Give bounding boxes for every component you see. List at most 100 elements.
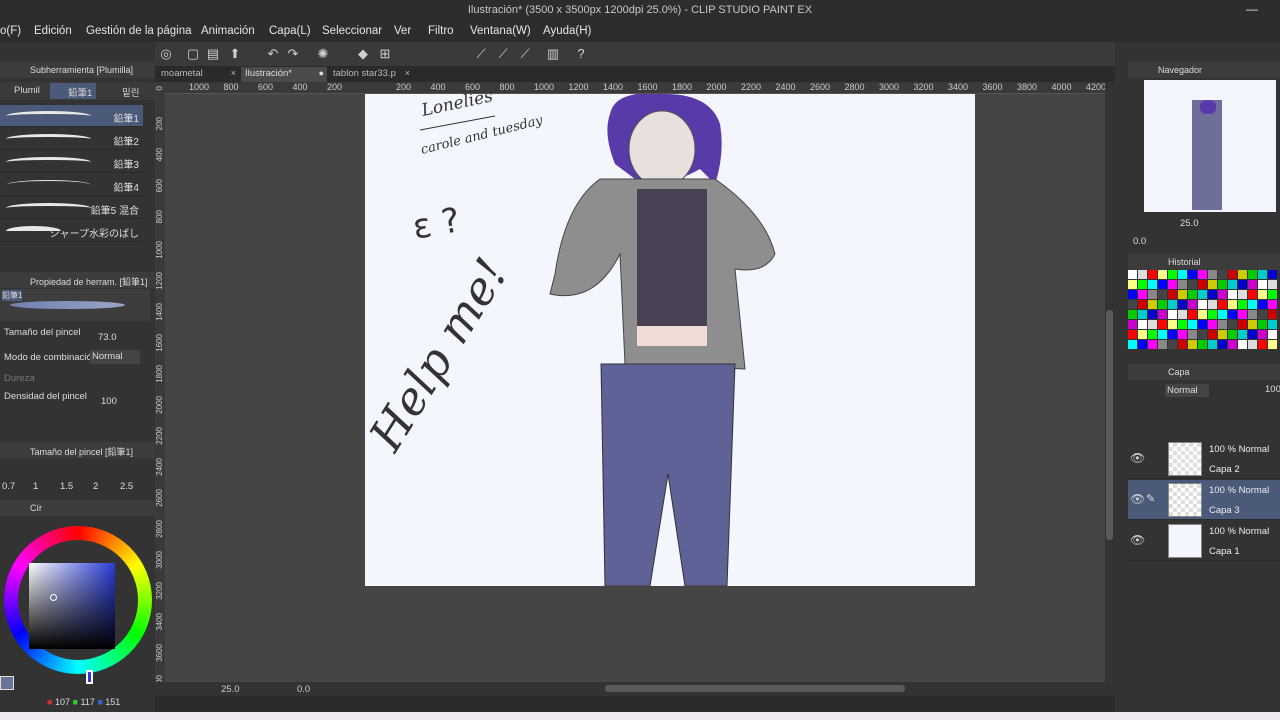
palette-swatch[interactable] bbox=[1148, 320, 1157, 329]
palette-swatch[interactable] bbox=[1218, 280, 1227, 289]
palette-swatch[interactable] bbox=[1128, 290, 1137, 299]
palette-swatch[interactable] bbox=[1158, 310, 1167, 319]
palette-swatch[interactable] bbox=[1258, 270, 1267, 279]
palette-swatch[interactable] bbox=[1198, 280, 1207, 289]
layer-row[interactable]: 👁 100 % Normal Capa 2 bbox=[1128, 439, 1280, 479]
layer-opacity-value[interactable]: 100 bbox=[1265, 384, 1280, 395]
palette-swatch[interactable] bbox=[1158, 270, 1167, 279]
size-option[interactable]: 0.7 bbox=[2, 481, 15, 492]
palette-swatch[interactable] bbox=[1188, 280, 1197, 289]
palette-swatch[interactable] bbox=[1248, 310, 1257, 319]
ruler-snap-icon[interactable]: ⟋ bbox=[473, 46, 489, 62]
palette-swatch[interactable] bbox=[1188, 300, 1197, 309]
unsaved-dot-icon[interactable]: ● bbox=[319, 68, 324, 78]
blend-mode-select[interactable]: Normal bbox=[90, 350, 140, 364]
help-icon[interactable]: ? bbox=[573, 46, 589, 62]
palette-swatch[interactable] bbox=[1268, 330, 1277, 339]
palette-swatch[interactable] bbox=[1228, 280, 1237, 289]
color-square[interactable] bbox=[29, 563, 115, 649]
tab-pencil[interactable]: 鉛筆1 bbox=[50, 83, 96, 99]
palette-swatch[interactable] bbox=[1268, 280, 1277, 289]
app-icon[interactable]: ◎ bbox=[158, 46, 174, 62]
palette-swatch[interactable] bbox=[1168, 280, 1177, 289]
palette-swatch[interactable] bbox=[1258, 340, 1267, 349]
loading-icon[interactable]: ✺ bbox=[315, 46, 331, 62]
palette-swatch[interactable] bbox=[1168, 310, 1177, 319]
menu-page[interactable]: Gestión de la página bbox=[86, 25, 192, 37]
menu-window[interactable]: Ventana(W) bbox=[470, 25, 531, 37]
eye-icon[interactable]: 👁 bbox=[1130, 533, 1145, 547]
close-icon[interactable]: × bbox=[231, 68, 236, 78]
size-option[interactable]: 1.5 bbox=[60, 481, 73, 492]
menu-view[interactable]: Ver bbox=[394, 25, 411, 37]
palette-swatch[interactable] bbox=[1248, 330, 1257, 339]
brush-item[interactable]: 鉛筆4 bbox=[0, 174, 143, 196]
palette-swatch[interactable] bbox=[1218, 270, 1227, 279]
palette-swatch[interactable] bbox=[1158, 280, 1167, 289]
palette-swatch[interactable] bbox=[1208, 280, 1217, 289]
brush-item[interactable]: 鉛筆5 混合 bbox=[0, 197, 143, 219]
eye-icon[interactable]: 👁 bbox=[1130, 451, 1145, 465]
open-file-icon[interactable]: ▤ bbox=[205, 46, 221, 62]
nav-zoom-value[interactable]: 25.0 bbox=[1180, 218, 1199, 229]
palette-swatch[interactable] bbox=[1198, 300, 1207, 309]
brush-item[interactable]: シャープ水彩のばし bbox=[0, 220, 143, 242]
palette-swatch[interactable] bbox=[1208, 330, 1217, 339]
color-picker-cursor[interactable] bbox=[50, 594, 57, 601]
palette-swatch[interactable] bbox=[1148, 270, 1157, 279]
density-value[interactable]: 100 bbox=[101, 396, 117, 407]
palette-swatch[interactable] bbox=[1148, 340, 1157, 349]
palette-swatch[interactable] bbox=[1198, 270, 1207, 279]
tab-document[interactable]: moametal × bbox=[157, 67, 239, 82]
palette-swatch[interactable] bbox=[1198, 290, 1207, 299]
palette-swatch[interactable] bbox=[1168, 300, 1177, 309]
redo-icon[interactable]: ↷ bbox=[285, 46, 301, 62]
palette-swatch[interactable] bbox=[1248, 290, 1257, 299]
palette-swatch[interactable] bbox=[1148, 290, 1157, 299]
main-color-swatch[interactable] bbox=[0, 676, 14, 690]
fill-icon[interactable]: ◆ bbox=[355, 46, 371, 62]
menu-layer[interactable]: Capa(L) bbox=[269, 25, 311, 37]
navigator-preview[interactable] bbox=[1144, 80, 1276, 212]
close-icon[interactable]: × bbox=[405, 68, 410, 78]
palette-swatch[interactable] bbox=[1248, 270, 1257, 279]
size-option[interactable]: 2.5 bbox=[120, 481, 133, 492]
palette-swatch[interactable] bbox=[1198, 330, 1207, 339]
menu-edit[interactable]: Edición bbox=[34, 25, 72, 37]
palette-swatch[interactable] bbox=[1248, 340, 1257, 349]
palette-swatch[interactable] bbox=[1138, 290, 1147, 299]
palette-swatch[interactable] bbox=[1148, 310, 1157, 319]
palette-swatch[interactable] bbox=[1178, 280, 1187, 289]
palette-swatch[interactable] bbox=[1168, 330, 1177, 339]
palette-swatch[interactable] bbox=[1268, 300, 1277, 309]
horizontal-scroll-thumb[interactable] bbox=[605, 685, 905, 692]
palette-swatch[interactable] bbox=[1138, 300, 1147, 309]
palette-swatch[interactable] bbox=[1178, 320, 1187, 329]
new-file-icon[interactable]: ▢ bbox=[185, 46, 201, 62]
palette-swatch[interactable] bbox=[1218, 300, 1227, 309]
palette-swatch[interactable] bbox=[1128, 330, 1137, 339]
palette-swatch[interactable] bbox=[1198, 320, 1207, 329]
eye-icon[interactable]: 👁 bbox=[1130, 492, 1145, 506]
palette-swatch[interactable] bbox=[1208, 310, 1217, 319]
palette-swatch[interactable] bbox=[1178, 290, 1187, 299]
palette-swatch[interactable] bbox=[1238, 270, 1247, 279]
palette-swatch[interactable] bbox=[1248, 280, 1257, 289]
palette-swatch[interactable] bbox=[1258, 280, 1267, 289]
status-zoom[interactable]: 25.0 bbox=[221, 684, 240, 695]
nav-rotation-value[interactable]: 0.0 bbox=[1133, 236, 1146, 247]
palette-swatch[interactable] bbox=[1138, 320, 1147, 329]
palette-swatch[interactable] bbox=[1258, 310, 1267, 319]
palette-swatch[interactable] bbox=[1198, 340, 1207, 349]
palette-swatch[interactable] bbox=[1148, 300, 1157, 309]
palette-swatch[interactable] bbox=[1218, 320, 1227, 329]
palette-swatch[interactable] bbox=[1208, 340, 1217, 349]
undo-icon[interactable]: ↶ bbox=[265, 46, 281, 62]
brush-item[interactable]: 鉛筆2 bbox=[0, 128, 143, 150]
size-option[interactable]: 2 bbox=[93, 481, 98, 492]
palette-swatch[interactable] bbox=[1138, 270, 1147, 279]
palette-swatch[interactable] bbox=[1248, 300, 1257, 309]
layer-row[interactable]: 👁 100 % Normal Capa 1 bbox=[1128, 521, 1280, 561]
palette-swatch[interactable] bbox=[1228, 330, 1237, 339]
palette-swatch[interactable] bbox=[1248, 320, 1257, 329]
